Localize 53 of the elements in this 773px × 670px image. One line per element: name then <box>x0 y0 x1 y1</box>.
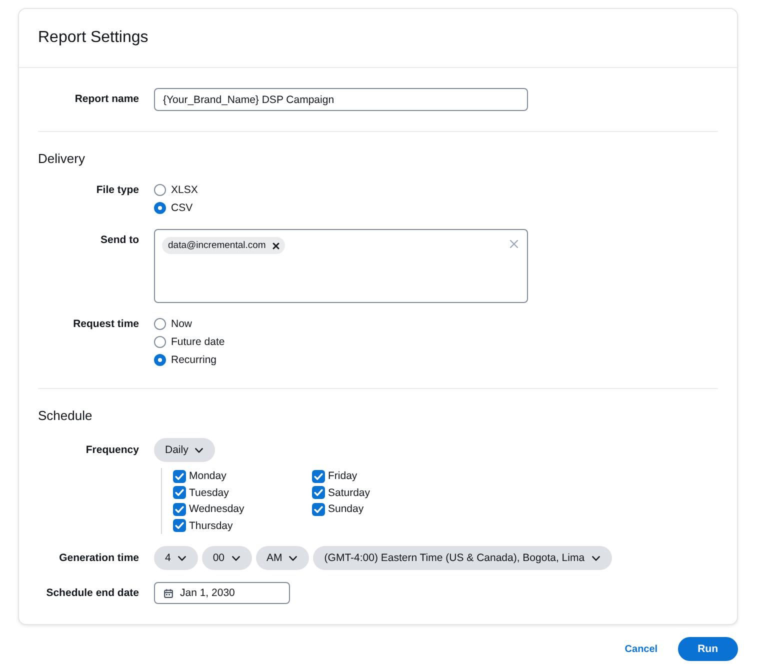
checkbox-label: Friday <box>328 470 358 482</box>
text-input[interactable]: {Your_Brand_Name} DSP Campaign <box>154 88 528 111</box>
chip-label: data@incremental.com <box>168 240 266 251</box>
chevron-down-icon <box>289 556 298 560</box>
dropdown[interactable]: 4 <box>154 546 198 570</box>
radio-button[interactable] <box>154 336 166 348</box>
radio-button[interactable] <box>154 354 166 366</box>
cancel-button[interactable]: Cancel <box>624 644 658 654</box>
dialog-title: Report Settings <box>38 28 148 48</box>
checkbox-label: Thursday <box>189 520 233 532</box>
checkbox[interactable] <box>173 486 186 500</box>
field-label: File type <box>96 183 139 198</box>
field-label: Send to <box>100 233 139 248</box>
field-label: Frequency <box>86 443 139 458</box>
checkbox-label: Sunday <box>328 503 364 516</box>
clear-icon[interactable] <box>510 240 518 248</box>
checkbox-label: Saturday <box>328 486 370 499</box>
checkbox[interactable] <box>312 502 325 516</box>
dropdown[interactable]: (GMT-4:00) Eastern Time (US & Canada), Bogota, Lima <box>313 546 612 570</box>
date-field[interactable]: Jan 1, 2030 <box>154 582 290 604</box>
checkbox[interactable] <box>173 502 186 516</box>
section-heading: Delivery <box>38 151 85 167</box>
radio-label: CSV <box>171 202 193 214</box>
recipients-field[interactable]: data@incremental.com <box>154 229 528 303</box>
chevron-down-icon <box>592 556 600 560</box>
field-label: Schedule end date <box>46 586 139 601</box>
field-label: Request time <box>73 317 139 332</box>
radio-button[interactable] <box>154 318 166 330</box>
dropdown[interactable]: 00 <box>202 546 252 570</box>
field-label: Generation time <box>59 551 139 566</box>
section-heading: Schedule <box>38 408 92 424</box>
run-button[interactable]: Run <box>678 637 738 661</box>
chevron-down-icon <box>232 556 240 560</box>
chevron-down-icon <box>195 448 204 452</box>
radio-label: XLSX <box>171 184 198 196</box>
radio-button[interactable] <box>154 202 166 214</box>
checkbox[interactable] <box>312 470 325 483</box>
close-icon[interactable] <box>272 242 279 248</box>
field-label: Report name <box>74 92 139 107</box>
dropdown[interactable]: Daily <box>154 438 216 462</box>
radio-label: Future date <box>171 336 225 348</box>
checkbox[interactable] <box>173 470 186 483</box>
checkbox[interactable] <box>312 486 325 500</box>
radio-label: Recurring <box>171 354 217 366</box>
checkbox-label: Tuesday <box>189 486 229 499</box>
dropdown[interactable]: AM <box>256 546 310 570</box>
radio-label: Now <box>171 318 192 330</box>
checkbox-label: Wednesday <box>189 503 244 516</box>
checkbox-label: Monday <box>189 470 226 482</box>
chevron-down-icon <box>178 556 186 560</box>
radio-button[interactable] <box>154 184 166 196</box>
calendar-icon <box>164 588 173 598</box>
checkbox[interactable] <box>173 519 186 532</box>
